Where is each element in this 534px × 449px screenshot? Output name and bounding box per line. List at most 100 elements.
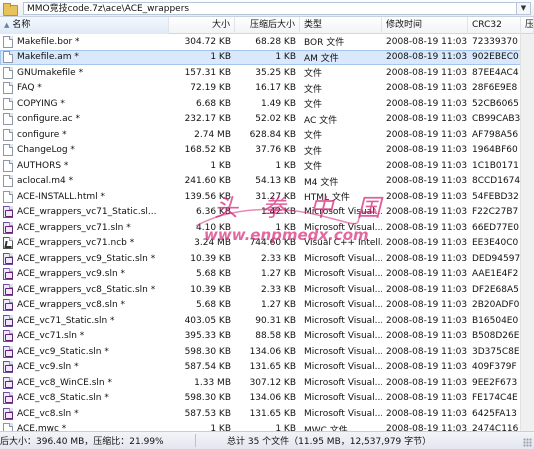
file-modified: 2008-08-19 11:03:...	[386, 408, 468, 419]
file-row[interactable]: ACE-INSTALL.html * 139.56 KB 31.27 KB HTML …	[0, 189, 534, 205]
file-size: 2.74 MB	[194, 129, 231, 140]
file-crc: 8CCD1674	[472, 176, 521, 187]
file-size: 1 KB	[210, 160, 231, 171]
file-name: GNUmakefile *	[17, 67, 84, 78]
file-row[interactable]: ACE_wrappers_vc9.sln * 5.68 KB 1.27 KB Micr…	[0, 267, 534, 283]
resize-grip-icon[interactable]	[523, 438, 532, 447]
file-row[interactable]: GNUmakefile * 157.31 KB 35.25 KB 文件 2008-08-…	[0, 65, 534, 81]
vs-solution-icon	[3, 345, 13, 358]
file-crc: 28F6E9E8	[472, 83, 518, 94]
file-row[interactable]: aclocal.m4 * 241.60 KB 54.13 KB M4 文件 2008-0…	[0, 174, 534, 190]
file-row[interactable]: FAQ * 72.19 KB 16.17 KB 文件 2008-08-19 11:03:…	[0, 81, 534, 97]
file-row[interactable]: ACE_wrappers_vc8_Static.sln * 10.39 KB 2.3…	[0, 282, 534, 298]
file-row[interactable]: ACE_wrappers_vc71.ncb * 3.24 MB 744.60 KB V…	[0, 236, 534, 252]
file-size: 304.72 KB	[184, 36, 231, 47]
vs-solution-icon	[3, 330, 13, 343]
file-type: 文件	[304, 69, 323, 80]
file-row[interactable]: ACE_vc9.sln * 587.54 KB 131.65 KB Microsoft…	[0, 360, 534, 376]
path-dropdown-button[interactable]: ▼	[517, 1, 531, 15]
file-crc: 902EBEC0	[472, 52, 519, 63]
file-row[interactable]: ACE_wrappers_vc8.sln * 5.68 KB 1.27 KB Micr…	[0, 298, 534, 314]
file-crc: B508D26E	[472, 331, 520, 342]
column-name[interactable]: ▲ 名称	[0, 17, 169, 34]
file-icon	[3, 128, 13, 141]
file-name-cell: ACE_vc71_Static.sln *	[0, 314, 169, 327]
column-modified[interactable]: 修改时间	[382, 17, 468, 34]
file-row[interactable]: ACE_wrappers_vc9_Static.sln * 10.39 KB 2.3…	[0, 251, 534, 267]
column-type[interactable]: 类型	[300, 17, 382, 34]
file-modified: 2008-08-19 11:03:...	[386, 315, 468, 326]
file-type: Microsoft Visual...	[304, 222, 382, 233]
file-modified: 2008-08-19 11:03:...	[386, 191, 468, 202]
chevron-down-icon: ▼	[520, 4, 527, 12]
file-row[interactable]: configure * 2.74 MB 628.84 KB 文件 2008-08-19 …	[0, 127, 534, 143]
file-row[interactable]: ACE_vc71.sln * 395.33 KB 88.58 KB Microsoft…	[0, 329, 534, 345]
file-icon	[3, 82, 13, 95]
file-row[interactable]: configure.ac * 232.17 KB 52.02 KB AC 文件 2008…	[0, 112, 534, 128]
file-row[interactable]: AUTHORS * 1 KB 1 KB 文件 2008-08-19 11:03:... 1…	[0, 158, 534, 174]
file-size: 139.56 KB	[184, 191, 231, 202]
file-row[interactable]: ACE_vc8_WinCE.sln * 1.33 MB 307.12 KB Micro…	[0, 375, 534, 391]
file-row[interactable]: ACE_vc9_Static.sln * 598.30 KB 134.06 KB Mi…	[0, 344, 534, 360]
file-row[interactable]: ACE_wrappers_vc71.sln * 4.10 KB 1 KB Micros…	[0, 220, 534, 236]
file-name: ACE_vc71_Static.sln *	[17, 315, 115, 326]
file-row[interactable]: ACE_vc8_Static.sln * 598.30 KB 134.06 KB Mi…	[0, 391, 534, 407]
file-packed-size: 16.17 KB	[255, 83, 296, 94]
column-size[interactable]: 大小	[169, 17, 235, 34]
file-row[interactable]: ACE_wrappers_vc71_Static.sl... 6.36 KB 1.4…	[0, 205, 534, 221]
file-crc: 66ED77E0	[472, 222, 519, 233]
file-type: Microsoft Visual...	[304, 408, 382, 419]
path-field[interactable]: MMO竞技code.7z\ace\ACE_wrappers	[23, 1, 517, 15]
file-name-cell: COPYING *	[0, 97, 169, 110]
file-name: ACE_vc8_Static.sln *	[17, 393, 109, 404]
column-extra[interactable]: 压	[521, 17, 534, 34]
file-modified: 2008-08-19 11:03:...	[386, 83, 468, 94]
file-row[interactable]: Makefile.am * 1 KB 1 KB AM 文件 2008-08-19 11:…	[0, 49, 534, 65]
file-name: FAQ *	[17, 83, 42, 94]
file-modified: 2008-08-19 11:03:...	[386, 98, 468, 109]
file-type: 文件	[304, 84, 323, 95]
file-size: 587.53 KB	[184, 408, 231, 419]
file-type: M4 文件	[304, 177, 339, 188]
file-name-cell: ACE_wrappers_vc8_Static.sln *	[0, 283, 169, 296]
file-packed-size: 1.42 KB	[261, 207, 296, 218]
file-icon	[3, 159, 13, 172]
file-modified: 2008-08-19 11:03:...	[386, 160, 468, 171]
file-crc: EE3E40C0	[472, 238, 519, 249]
status-bar: 后大小：396.40 MB，压缩比：21.99% 总计 35 个文件（11.95…	[0, 431, 534, 449]
status-divider	[195, 434, 196, 447]
file-row[interactable]: ACE_vc71_Static.sln * 403.05 KB 90.31 KB Mi…	[0, 313, 534, 329]
file-packed-size: 90.31 KB	[255, 315, 296, 326]
file-type: Microsoft Visual...	[304, 393, 382, 404]
file-name-cell: Makefile.am *	[0, 51, 169, 64]
file-icon	[3, 66, 13, 79]
file-name: aclocal.m4 *	[17, 176, 74, 187]
file-name-cell: ChangeLog *	[0, 144, 169, 157]
vs-solution-icon	[3, 206, 13, 219]
file-crc: 72339370	[472, 36, 518, 47]
file-packed-size: 134.06 KB	[249, 346, 296, 357]
file-size: 598.30 KB	[184, 346, 231, 357]
file-size: 10.39 KB	[190, 253, 231, 264]
column-packed-size[interactable]: 压缩后大小	[235, 17, 300, 34]
file-packed-size: 744.60 KB	[249, 238, 296, 249]
file-row[interactable]: ACE_vc8.sln * 587.53 KB 131.65 KB Microsoft…	[0, 406, 534, 422]
file-row[interactable]: COPYING * 6.68 KB 1.49 KB 文件 2008-08-19 11:0…	[0, 96, 534, 112]
column-crc[interactable]: CRC32	[468, 17, 521, 34]
file-name-cell: GNUmakefile *	[0, 66, 169, 79]
file-type: Visual C++ Intell...	[304, 238, 382, 249]
file-name: ACE_vc71.sln *	[17, 331, 85, 342]
file-name: Makefile.am *	[17, 52, 79, 63]
file-name-cell: AUTHORS *	[0, 159, 169, 172]
file-row[interactable]: ChangeLog * 168.52 KB 37.76 KB 文件 2008-08-19…	[0, 143, 534, 159]
file-modified: 2008-08-19 11:03:...	[386, 222, 468, 233]
file-type: HTML 文件	[304, 193, 350, 204]
vertical-scrollbar[interactable]	[520, 34, 534, 431]
file-row[interactable]: Makefile.bor * 304.72 KB 68.28 KB BOR 文件 200…	[0, 34, 534, 50]
file-size: 587.54 KB	[184, 362, 231, 373]
file-type: BOR 文件	[304, 38, 345, 49]
file-name-cell: ACE_vc8_Static.sln *	[0, 392, 169, 405]
file-name: ACE_vc8_WinCE.sln *	[17, 377, 112, 388]
file-size: 5.68 KB	[196, 300, 231, 311]
file-name-cell: ACE_wrappers_vc71_Static.sl...	[0, 206, 169, 219]
